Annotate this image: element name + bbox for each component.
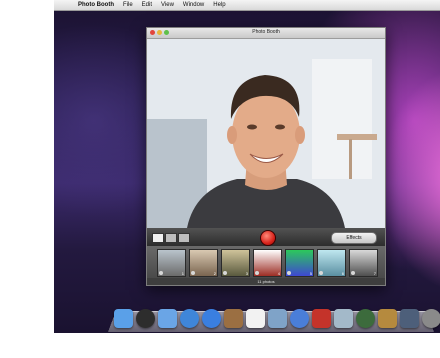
photo-icon [191,271,195,275]
thumbnail-number: 5 [309,271,312,276]
title-bar[interactable]: Photo Booth [147,28,385,39]
ichat-icon[interactable] [202,309,221,328]
person-portrait [147,39,385,228]
photo-booth-window: Photo Booth Effects 1 2 3 4 5 6 7 11 pho… [146,27,386,286]
itunes-icon[interactable] [290,309,309,328]
photo-booth-icon[interactable] [312,309,331,328]
single-photo-mode-button[interactable] [152,233,164,243]
photo-thumbnail[interactable]: 2 [189,249,218,277]
photo-thumbnail[interactable]: 3 [221,249,250,277]
thumbnail-number: 2 [213,271,216,276]
menu-edit[interactable]: Edit [142,0,152,10]
thumbnail-number: 6 [341,271,344,276]
menu-view[interactable]: View [161,0,174,10]
iphoto-icon[interactable] [334,309,353,328]
photo-thumbnail[interactable]: 6 [317,249,346,277]
photo-icon [319,271,323,275]
menu-file[interactable]: File [123,0,133,10]
thumbnail-number: 3 [245,271,248,276]
photo-thumbnail[interactable]: 7 [349,249,378,277]
photo-icon [159,271,163,275]
photo-icon [255,271,259,275]
menu-help[interactable]: Help [213,0,225,10]
finder-icon[interactable] [114,309,133,328]
camera-icon[interactable] [260,230,276,246]
view-mode-control [152,233,191,243]
thumbnail-number: 4 [277,271,280,276]
photo-strip: 1 2 3 4 5 6 7 [147,246,385,278]
spaces-icon[interactable] [400,309,419,328]
mail-icon[interactable] [158,309,177,328]
photo-thumbnail[interactable]: 4 [253,249,282,277]
thumbnail-number: 7 [373,271,376,276]
menu-bar: Photo Booth File Edit View Window Help [54,0,440,11]
preview-icon[interactable] [268,309,287,328]
photo-thumbnail[interactable]: 1 [157,249,186,277]
safari-icon[interactable] [180,309,199,328]
dock [114,309,440,328]
effects-button[interactable]: Effects [331,232,377,244]
address-book-icon[interactable] [224,309,243,328]
dashboard-icon[interactable] [136,309,155,328]
menu-app-name[interactable]: Photo Booth [78,0,114,10]
system-preferences-icon[interactable] [422,309,440,328]
camera-preview [147,39,385,228]
photo-icon [223,271,227,275]
four-up-mode-button[interactable] [165,233,177,243]
menu-window[interactable]: Window [183,0,204,10]
photo-thumbnail[interactable]: 5 [285,249,314,277]
window-title: Photo Booth [252,29,280,35]
toolbar: Effects [147,228,385,246]
time-machine-icon[interactable] [356,309,375,328]
thumbnail-number: 1 [181,271,184,276]
movie-mode-button[interactable] [178,233,190,243]
ical-icon[interactable] [246,309,265,328]
garageband-icon[interactable] [378,309,397,328]
photo-count: 11 photos [147,278,385,285]
photo-icon [287,271,291,275]
photo-icon [351,271,355,275]
